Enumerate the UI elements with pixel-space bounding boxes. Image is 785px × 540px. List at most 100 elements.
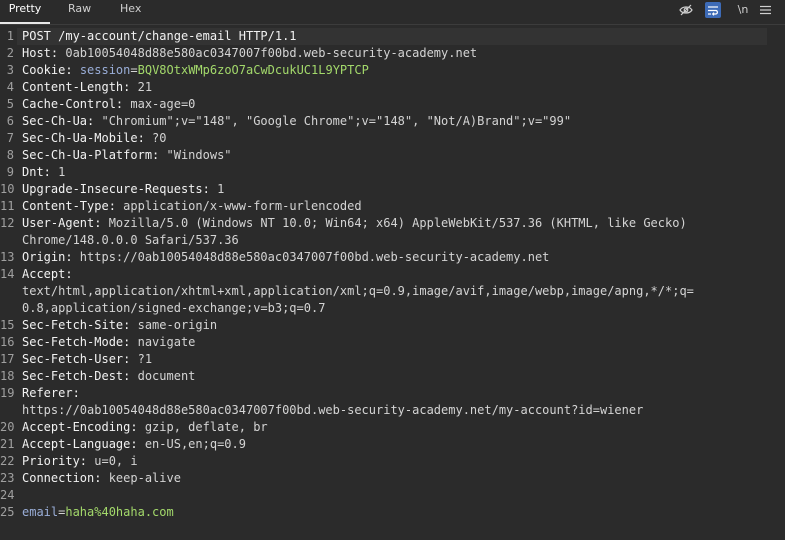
header-name: Sec-Fetch-Dest:	[22, 369, 131, 383]
tab-hex[interactable]: Hex	[120, 0, 141, 24]
header-value: 21	[130, 80, 153, 94]
code-line[interactable]: https://0ab10054048d88e580ac0347007f00bd…	[22, 402, 643, 419]
header-value: keep-alive	[101, 471, 181, 485]
header-name: Connection:	[22, 471, 102, 485]
header-name: Accept-Language:	[22, 437, 138, 451]
header-value: 1	[50, 165, 66, 179]
code-line[interactable]: Sec-Fetch-Dest: document	[22, 368, 195, 385]
code-line[interactable]: Accept-Encoding: gzip, deflate, br	[22, 419, 268, 436]
line-number: 8	[6, 148, 14, 162]
line-number: 10	[0, 182, 15, 196]
line-number: 16	[0, 335, 15, 349]
param-value: haha%40haha.com	[65, 505, 174, 519]
code-line[interactable]: Content-Length: 21	[22, 79, 152, 96]
code-line[interactable]: Sec-Fetch-Site: same-origin	[22, 317, 217, 334]
header-value: navigate	[130, 335, 196, 349]
header-value: "Windows"	[159, 148, 232, 162]
tab-raw[interactable]: Raw	[68, 0, 91, 24]
header-name: Sec-Fetch-User:	[22, 352, 131, 366]
header-value: gzip, deflate, br	[137, 420, 268, 434]
header-value: Chrome/148.0.0.0 Safari/537.36	[22, 233, 239, 247]
tab-pretty[interactable]: Pretty	[0, 0, 50, 24]
header-name: Accept-Encoding:	[22, 420, 138, 434]
header-name: Content-Length:	[22, 80, 131, 94]
code-line[interactable]: Priority: u=0, i	[22, 453, 138, 470]
param-name: session	[79, 63, 131, 77]
code-line[interactable]: Upgrade-Insecure-Requests: 1	[22, 181, 224, 198]
code-line[interactable]: Sec-Ch-Ua: "Chromium";v="148", "Google C…	[22, 113, 571, 130]
line-number: 14	[0, 267, 15, 281]
code-line[interactable]: Dnt: 1	[22, 164, 65, 181]
header-value	[73, 63, 80, 77]
code-line[interactable]: Sec-Fetch-Mode: navigate	[22, 334, 195, 351]
header-value: 0ab10054048d88e580ac0347007f00bd.web-sec…	[58, 46, 478, 60]
show-newlines-button[interactable]: \n	[734, 2, 752, 18]
code-line[interactable]: Accept-Language: en-US,en;q=0.9	[22, 436, 246, 453]
header-value: ?1	[130, 352, 153, 366]
code-line[interactable]: Sec-Fetch-User: ?1	[22, 351, 152, 368]
code-line[interactable]: Host: 0ab10054048d88e580ac0347007f00bd.w…	[22, 45, 477, 62]
line-number: 4	[6, 80, 14, 94]
code-line[interactable]: Origin: https://0ab10054048d88e580ac0347…	[22, 249, 549, 266]
code-line[interactable]: Cookie: session=BQV8OtxWMp6zoO7aCwDcukUC…	[22, 62, 369, 79]
wrap-lines-icon	[708, 5, 718, 16]
hide-nonprinting-button[interactable]	[678, 2, 694, 18]
code-line[interactable]: Chrome/148.0.0.0 Safari/537.36	[22, 232, 239, 249]
line-number: 18	[0, 369, 15, 383]
hamburger-menu-icon	[759, 5, 771, 15]
code-line[interactable]: 0.8,application/signed-exchange;v=b3;q=0…	[22, 300, 325, 317]
code-line[interactable]: Content-Type: application/x-www-form-url…	[22, 198, 362, 215]
line-number: 21	[0, 437, 15, 451]
line-number: 5	[6, 97, 14, 111]
header-name: Priority:	[22, 454, 88, 468]
header-value: 0.8,application/signed-exchange;v=b3;q=0…	[22, 301, 326, 315]
param-name: email	[22, 505, 59, 519]
line-number: 12	[0, 216, 15, 230]
line-number: 15	[0, 318, 15, 332]
code-line[interactable]: text/html,application/xhtml+xml,applicat…	[22, 283, 694, 300]
header-name: User-Agent:	[22, 216, 102, 230]
line-number: 25	[0, 505, 15, 519]
line-number-gutter: 1 2 3 4 5 6 7 8 9 10 11 12 13 14 15 16 17 18 19 20 21 22 23 24 2…	[0, 27, 17, 540]
code-line[interactable]: Sec-Ch-Ua-Platform: "Windows"	[22, 147, 232, 164]
line-number: 22	[0, 454, 15, 468]
header-value: Mozilla/5.0 (Windows NT 10.0; Win64; x64…	[101, 216, 687, 230]
code-line[interactable]: Connection: keep-alive	[22, 470, 181, 487]
header-value: application/x-www-form-urlencoded	[115, 199, 362, 213]
options-menu-button[interactable]	[758, 2, 772, 18]
line-number: 23	[0, 471, 15, 485]
header-value: "Chromium";v="148", "Google Chrome";v="1…	[94, 114, 572, 128]
code-line[interactable]: Cache-Control: max-age=0	[22, 96, 195, 113]
wrap-lines-button[interactable]	[705, 2, 721, 18]
code-line[interactable]: POST /my-account/change-email HTTP/1.1	[22, 28, 297, 45]
line-number: 6	[6, 114, 14, 128]
header-name: Cookie:	[22, 63, 73, 77]
header-name: Dnt:	[22, 165, 51, 179]
header-name: Accept:	[22, 267, 73, 281]
header-name: Referer:	[22, 386, 80, 400]
header-value: https://0ab10054048d88e580ac0347007f00bd…	[22, 403, 644, 417]
header-value: max-age=0	[123, 97, 196, 111]
header-value: document	[130, 369, 196, 383]
header-name: Upgrade-Insecure-Requests:	[22, 182, 210, 196]
line-number: 24	[0, 488, 15, 502]
header-name: Sec-Ch-Ua-Platform:	[22, 148, 160, 162]
line-number: 11	[0, 199, 15, 213]
code-line[interactable]: User-Agent: Mozilla/5.0 (Windows NT 10.0…	[22, 215, 687, 232]
header-name: POST /my-account/change-email HTTP/1.1	[22, 29, 297, 43]
line-number: 19	[0, 386, 15, 400]
line-number: 17	[0, 352, 15, 366]
code-line[interactable]: Referer:	[22, 385, 80, 402]
code-line[interactable]: Accept:	[22, 266, 73, 283]
header-name: Cache-Control:	[22, 97, 124, 111]
param-value: BQV8OtxWMp6zoO7aCwDcukUC1L9YPTCP	[137, 63, 369, 77]
line-number: 7	[6, 131, 14, 145]
code-line[interactable]: Sec-Ch-Ua-Mobile: ?0	[22, 130, 167, 147]
line-number: 13	[0, 250, 15, 264]
header-value: u=0, i	[87, 454, 138, 468]
header-value: en-US,en;q=0.9	[137, 437, 246, 451]
request-editor[interactable]: 1 2 3 4 5 6 7 8 9 10 11 12 13 14 15 16 17 18 19 20 21 22 23 24 2…	[0, 27, 785, 540]
line-number: 9	[6, 165, 14, 179]
header-value: 1	[209, 182, 225, 196]
code-line[interactable]: email=haha%40haha.com	[22, 504, 174, 521]
